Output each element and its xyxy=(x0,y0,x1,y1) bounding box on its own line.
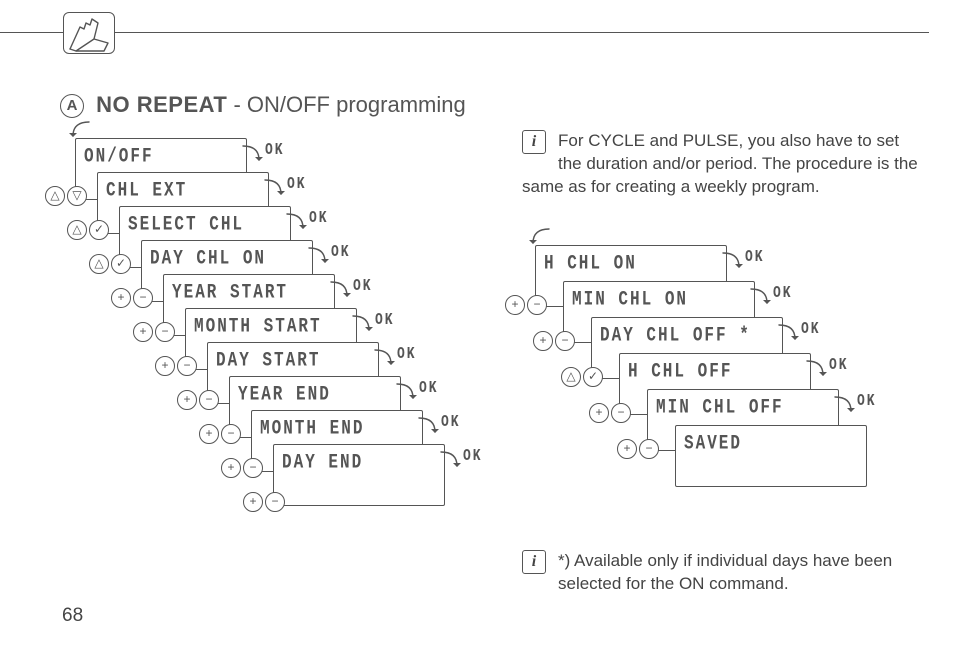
arrow-next-icon xyxy=(283,210,309,236)
arrow-next-icon xyxy=(305,244,331,270)
arrow-in-icon xyxy=(527,227,553,253)
arrow-next-icon xyxy=(349,312,375,338)
info-icon: i xyxy=(522,550,546,574)
ok-label: OK xyxy=(745,247,765,266)
section-letter-badge: A xyxy=(60,94,84,118)
control-bubble: ▽ xyxy=(67,186,87,206)
control-bubble: − xyxy=(133,288,153,308)
page-number: 68 xyxy=(62,605,83,627)
control-bubble: − xyxy=(639,439,659,459)
ok-label: OK xyxy=(441,412,461,431)
info-text-2: *) Available only if individual days hav… xyxy=(522,550,922,596)
lcd-label: DAY START xyxy=(216,349,320,372)
control-bubble: + xyxy=(589,403,609,423)
arrow-next-icon xyxy=(393,380,419,406)
control-bubble: △ xyxy=(561,367,581,387)
control-bubble: ✓ xyxy=(89,220,109,240)
section-heading: A NO REPEAT - ON/OFF programming xyxy=(60,92,466,118)
ok-label: OK xyxy=(419,378,439,397)
lcd-label: SELECT CHL xyxy=(128,213,244,236)
control-bubble: + xyxy=(505,295,525,315)
lcd-label: H CHL ON xyxy=(544,252,637,275)
control-bubble: − xyxy=(611,403,631,423)
header-rule xyxy=(0,32,929,33)
lcd-label: CHL EXT xyxy=(106,179,187,202)
lcd-screen: DAY END xyxy=(273,444,445,506)
control-bubble: △ xyxy=(67,220,87,240)
lcd-label: DAY END xyxy=(282,451,363,474)
arrow-next-icon xyxy=(775,321,801,347)
control-bubble: ✓ xyxy=(111,254,131,274)
control-bubble: + xyxy=(533,331,553,351)
info-icon: i xyxy=(522,130,546,154)
ok-label: OK xyxy=(857,391,877,410)
control-bubble: + xyxy=(221,458,241,478)
ok-label: OK xyxy=(309,208,329,227)
arrow-next-icon xyxy=(719,249,745,275)
control-bubble: − xyxy=(243,458,263,478)
control-bubble: + xyxy=(133,322,153,342)
lcd-label: SAVED xyxy=(684,432,742,455)
arrow-next-icon xyxy=(831,393,857,419)
control-bubble: △ xyxy=(45,186,65,206)
control-bubble: △ xyxy=(89,254,109,274)
arrow-next-icon xyxy=(327,278,353,304)
heading-rest: - ON/OFF programming xyxy=(227,92,465,117)
lcd-label: MONTH END xyxy=(260,417,364,440)
arrow-next-icon xyxy=(261,176,287,202)
hand-swipe-icon xyxy=(63,12,115,54)
control-bubble: ✓ xyxy=(583,367,603,387)
ok-label: OK xyxy=(375,310,395,329)
control-bubble: + xyxy=(617,439,637,459)
control-bubble: − xyxy=(527,295,547,315)
arrow-next-icon xyxy=(437,448,463,474)
lcd-label: DAY CHL OFF * xyxy=(600,324,751,347)
control-bubble: + xyxy=(111,288,131,308)
ok-label: OK xyxy=(829,355,849,374)
lcd-label: MIN CHL OFF xyxy=(656,396,784,419)
ok-label: OK xyxy=(397,344,417,363)
control-bubble: − xyxy=(199,390,219,410)
control-bubble: − xyxy=(221,424,241,444)
control-bubble: + xyxy=(199,424,219,444)
heading-bold: NO REPEAT xyxy=(96,92,227,117)
ok-label: OK xyxy=(331,242,351,261)
info-text-1: For CYCLE and PULSE, you also have to se… xyxy=(522,130,922,199)
lcd-label: DAY CHL ON xyxy=(150,247,266,270)
arrow-next-icon xyxy=(371,346,397,372)
ok-label: OK xyxy=(463,446,483,465)
lcd-screen: SAVED xyxy=(675,425,867,487)
ok-label: OK xyxy=(353,276,373,295)
control-bubble: − xyxy=(265,492,285,512)
info-note-1: i For CYCLE and PULSE, you also have to … xyxy=(522,130,922,199)
lcd-label: MONTH START xyxy=(194,315,322,338)
control-bubble: + xyxy=(155,356,175,376)
arrow-next-icon xyxy=(415,414,441,440)
lcd-label: YEAR START xyxy=(172,281,288,304)
lcd-label: H CHL OFF xyxy=(628,360,732,383)
lcd-label: ON/OFF xyxy=(84,145,154,168)
arrow-in-icon xyxy=(67,120,93,146)
control-bubble: − xyxy=(177,356,197,376)
control-bubble: + xyxy=(243,492,263,512)
ok-label: OK xyxy=(287,174,307,193)
info-note-2: i *) Available only if individual days h… xyxy=(522,550,922,596)
control-bubble: − xyxy=(555,331,575,351)
ok-label: OK xyxy=(265,140,285,159)
lcd-label: MIN CHL ON xyxy=(572,288,688,311)
arrow-next-icon xyxy=(803,357,829,383)
ok-label: OK xyxy=(801,319,821,338)
control-bubble: + xyxy=(177,390,197,410)
control-bubble: − xyxy=(155,322,175,342)
lcd-label: YEAR END xyxy=(238,383,331,406)
arrow-next-icon xyxy=(239,142,265,168)
ok-label: OK xyxy=(773,283,793,302)
arrow-next-icon xyxy=(747,285,773,311)
